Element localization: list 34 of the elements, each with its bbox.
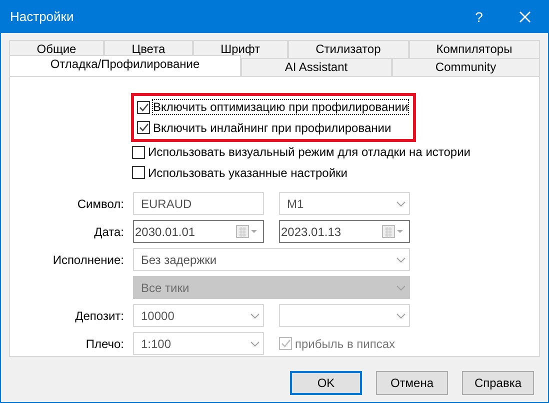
date-field[interactable]: 2030.01.01 [133, 220, 264, 243]
field-label: Исполнение: [52, 252, 124, 268]
tab[interactable]: Community [392, 58, 540, 76]
dropdown[interactable]: 10000 [133, 304, 264, 327]
field-label: Символ: [76, 196, 124, 212]
dropdown[interactable]: 1:100 [133, 332, 264, 355]
calendar-icon[interactable] [382, 225, 406, 238]
help-button[interactable]: ? [456, 6, 502, 28]
tab[interactable]: Стилизатор [288, 40, 409, 58]
checkbox-label[interactable]: Включить оптимизацию при профилировании [152, 99, 410, 116]
tab[interactable]: Шрифт [192, 40, 288, 58]
text-field[interactable]: EURAUD [133, 192, 264, 215]
dialog-button[interactable]: Отмена [376, 371, 448, 395]
date-field[interactable]: 2023.01.13 [279, 220, 410, 243]
dropdown[interactable]: M1 [279, 192, 410, 215]
calendar-icon[interactable] [236, 225, 260, 238]
checkbox-label[interactable]: Включить инлайнинг при профилировании [152, 120, 392, 136]
field-label: Депозит: [74, 308, 124, 324]
dropdown[interactable]: Без задержки [133, 248, 410, 271]
checkbox[interactable] [137, 100, 150, 114]
field-label: Дата: [93, 224, 124, 240]
dialog-button[interactable]: OK [290, 371, 362, 395]
close-icon[interactable] [519, 11, 531, 23]
tab[interactable]: Компиляторы [408, 40, 540, 58]
window-title: Настройки [10, 8, 75, 26]
field-label: Плечо: [84, 336, 124, 352]
checkbox-label[interactable]: Использовать указанные настройки [147, 164, 348, 181]
checkbox[interactable] [137, 121, 150, 134]
checkbox[interactable] [132, 146, 145, 159]
checkbox[interactable] [132, 166, 145, 180]
tab[interactable]: AI Assistant [241, 58, 392, 76]
dialog-button[interactable]: Справка [462, 371, 534, 395]
checkbox-label[interactable]: Использовать визуальный режим для отладки на истории [147, 144, 472, 160]
tab[interactable]: Отладка/Профилирование [9, 55, 241, 76]
